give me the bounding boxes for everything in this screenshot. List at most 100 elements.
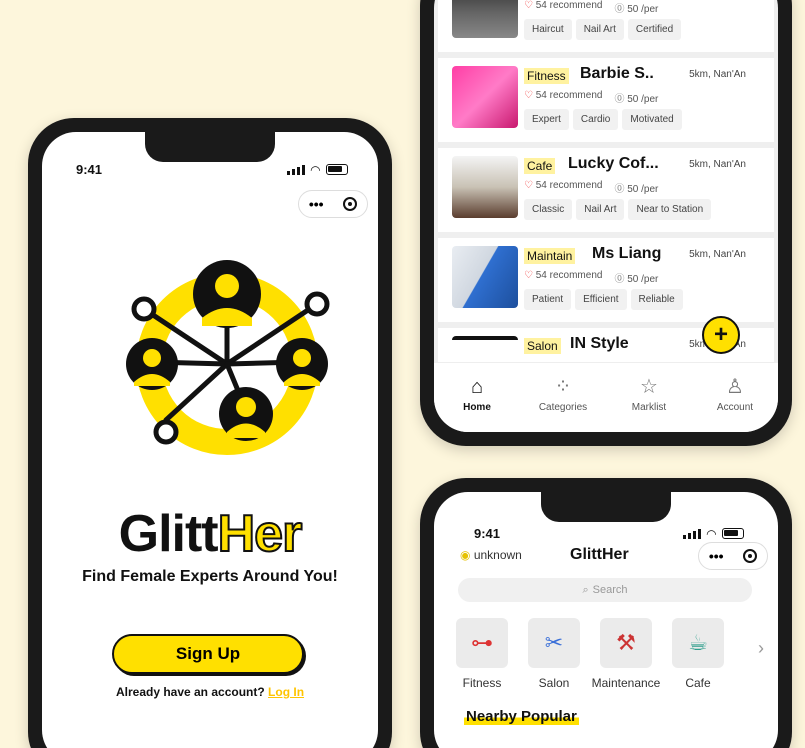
category-badge: Maintain [524,248,576,264]
listing-title: IN Style [570,335,629,352]
tag: Certified [627,19,682,40]
category-label: Fitness [462,676,502,690]
status-bar: 9:41 ◠ [76,162,348,177]
listing-card[interactable]: Fitness Barbie S.. 5km, Nan'An 54 recomm… [438,58,774,142]
tab-account[interactable]: ♙ Account [700,375,770,432]
listing-thumbnail [452,336,518,350]
search-icon: ⌕ [582,583,589,596]
already-text: Already have an account? [115,685,265,699]
person-icon-left [126,338,178,390]
status-time: 9:41 [474,526,501,541]
category-salon[interactable]: ✂ Salon [528,618,580,690]
tag: Cardio [572,109,619,130]
tag: Classic [524,199,573,220]
home-screen: 9:41 ◠ unknown GlittHer ••• ⌕ Search ⊶ F… [434,492,778,748]
listing-thumbnail [452,156,518,218]
listing-title: Ms Liang [592,245,662,262]
home-icon: ⌂ [470,376,484,398]
tools-icon: ⚒ [600,618,652,668]
listing-card[interactable]: Maintain Ms Liang 5km, Nan'An 54 recomme… [438,238,774,322]
chevron-right-icon[interactable]: › [758,638,764,659]
recommend-count: 54 recommend [524,270,603,285]
tab-marklist[interactable]: ☆ Marklist [614,375,684,432]
price: 50 /per [614,180,658,195]
tag: Near to Station [628,199,712,220]
distance: 5km, Nan'An [689,249,746,260]
person-icon-top [193,260,261,328]
section-title: Nearby Popular [464,708,579,725]
listing-title: Barbie S.. [580,65,654,82]
status-bar: 9:41 ◠ [474,526,744,541]
category-badge: Salon [524,338,561,354]
tag: Efficient [575,289,627,310]
tab-home[interactable]: ⌂ Home [442,375,512,432]
mini-program-capsule[interactable]: ••• [698,542,768,570]
tag: Reliable [630,289,683,310]
listing-thumbnail [452,0,518,38]
category-cafe[interactable]: ☕ Cafe [672,618,724,690]
category-label: Cafe [685,676,711,690]
listing-card[interactable]: Cafe Lucky Cof... 5km, Nan'An 54 recomme… [438,148,774,232]
category-fitness[interactable]: ⊶ Fitness [456,618,508,690]
close-target-icon[interactable] [343,197,358,211]
location-selector[interactable]: unknown [460,548,522,562]
more-icon[interactable]: ••• [709,548,724,564]
mini-program-capsule[interactable]: ••• [298,190,368,218]
more-icon[interactable]: ••• [309,196,324,212]
phone-home: 9:41 ◠ unknown GlittHer ••• ⌕ Search ⊶ F… [420,478,792,748]
tag: Expert [524,109,569,130]
tab-label: Home [463,402,491,413]
signal-icon [682,528,701,539]
app-title: GlittHer [570,546,629,563]
login-link[interactable]: Log In [268,685,304,699]
notch [145,132,275,162]
search-placeholder: Search [592,584,628,596]
network-logo [126,260,330,455]
search-input[interactable]: ⌕ Search [458,578,752,602]
person-icon-bottom [219,387,273,441]
listing-title: Lucky Cof... [568,155,659,172]
category-badge: Fitness [524,68,569,84]
tag: Haircut [524,19,572,40]
distance: 5km, Nan'An [689,69,746,80]
price: 50 /per [614,0,658,15]
category-maintenance[interactable]: ⚒ Maintenance [592,618,660,690]
plus-icon: + [713,321,728,348]
listing-card[interactable]: 54 recommend 50 /per Haircut Nail Art Ce… [438,0,774,52]
wifi-icon: ◠ [706,526,716,541]
brand-main: Glitt [118,505,219,563]
tab-label: Marklist [631,402,667,413]
tagline: Find Female Experts Around You! [82,568,338,585]
tab-categories[interactable]: ⁘ Categories [528,375,598,432]
tab-label: Account [716,402,754,413]
price: 50 /per [614,270,658,285]
tag: Patient [524,289,572,310]
distance: 5km, Nan'An [689,159,746,170]
recommend-count: 54 recommend [524,180,603,195]
close-target-icon[interactable] [743,549,758,563]
price: 50 /per [614,90,658,105]
bottom-tab-bar: ⌂ Home ⁘ Categories ☆ Marklist ♙ Account [434,362,778,432]
person-icon-right [276,338,328,390]
battery-icon [722,528,744,539]
phone-listing: 54 recommend 50 /per Haircut Nail Art Ce… [420,0,792,446]
wifi-icon: ◠ [310,162,320,177]
battery-icon [326,164,348,175]
signup-button[interactable]: Sign Up [112,634,304,674]
brand-wordmark: GlittHer [42,504,378,564]
scissors-icon: ✂ [528,618,580,668]
dumbbell-icon: ⊶ [456,618,508,668]
signal-icon [286,164,305,175]
status-time: 9:41 [76,162,103,177]
listing-screen: 54 recommend 50 /per Haircut Nail Art Ce… [434,0,778,432]
star-icon: ☆ [640,376,658,398]
splash-screen: 9:41 ◠ ••• GlittHer Find Female Experts … [42,132,378,748]
recommend-count: 54 recommend [524,0,603,15]
category-badge: Cafe [524,158,556,174]
notch [541,492,671,522]
brand-accent: Her [217,504,304,564]
tag: Motivated [622,109,682,130]
tag: Nail Art [575,19,624,40]
grid-icon: ⁘ [554,376,572,398]
add-fab-button[interactable]: + [702,316,740,354]
